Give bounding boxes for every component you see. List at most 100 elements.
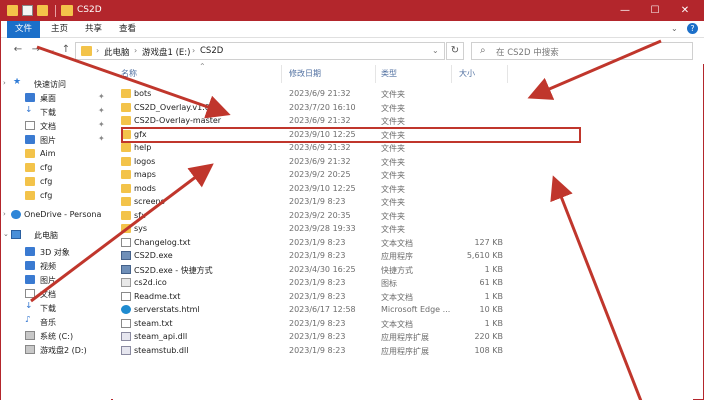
file-row[interactable]: CS2D_Overlay.v1.0 2023/7/20 16:10 文件夹 — [113, 101, 583, 115]
column-header-size[interactable]: 大小 — [459, 68, 475, 79]
nav-item-cfg[interactable]: cfg — [1, 176, 111, 189]
folder-icon — [121, 102, 131, 112]
back-button[interactable]: ← — [11, 44, 25, 55]
file-type: 文件夹 — [381, 90, 405, 99]
nav-this-pc[interactable]: ⌄ 此电脑 — [1, 229, 111, 242]
file-row[interactable]: CS2D.exe 2023/1/9 8:23 应用程序 5,610 KB — [113, 249, 583, 263]
file-row[interactable]: screens 2023/1/9 8:23 文件夹 — [113, 195, 583, 209]
file-name: serverstats.html — [134, 305, 200, 314]
chevron-right-icon[interactable]: › — [134, 46, 137, 55]
column-header-date[interactable]: 修改日期 — [289, 68, 321, 79]
nav-item-videos[interactable]: 视频 — [1, 260, 111, 273]
application-icon — [121, 264, 131, 274]
file-row[interactable]: steam_api.dll 2023/1/9 8:23 应用程序扩展 220 KB — [113, 330, 583, 344]
file-row[interactable]: sys 2023/9/28 19:33 文件夹 — [113, 222, 583, 236]
documents-icon — [25, 121, 35, 130]
pin-icon[interactable]: ✦ — [98, 92, 105, 101]
file-date: 2023/1/9 8:23 — [289, 251, 346, 260]
pin-icon[interactable]: ✦ — [98, 134, 105, 143]
nav-quick-access[interactable]: › ★ 快速访问 — [1, 78, 111, 91]
recent-locations-icon[interactable]: ⌄ — [45, 46, 59, 54]
file-row[interactable]: serverstats.html 2023/6/17 12:58 Microsoft… — [113, 303, 583, 317]
file-row[interactable]: CS2D-Overlay-master 2023/6/9 21:32 文件夹 — [113, 114, 583, 128]
file-date: 2023/1/9 8:23 — [289, 278, 346, 287]
folder-icon — [121, 116, 131, 125]
tab-file[interactable]: 文件 — [7, 21, 41, 38]
file-row[interactable]: CS2D.exe - 快捷方式 2023/4/30 16:25 快捷方式 1 KB — [113, 263, 583, 277]
file-type: 文件夹 — [381, 171, 405, 180]
file-size: 61 KB — [479, 278, 503, 287]
image-file-icon — [121, 278, 131, 287]
folder-icon — [81, 46, 92, 56]
search-input[interactable]: ⌕ 在 CS2D 中搜索 — [471, 42, 693, 60]
close-button[interactable]: ✕ — [665, 1, 704, 21]
nav-item-downloads[interactable]: ↓ 下载 — [1, 302, 111, 315]
file-date: 2023/6/9 21:32 — [289, 143, 351, 152]
file-date: 2023/4/30 16:25 — [289, 264, 356, 274]
chevron-right-icon[interactable]: › — [96, 46, 99, 55]
documents-icon — [25, 289, 35, 298]
column-header-type[interactable]: 类型 — [381, 68, 397, 79]
nav-item-pictures[interactable]: 图片 — [1, 274, 111, 287]
pin-icon[interactable]: ✦ — [98, 120, 105, 129]
window-folder-icon — [61, 5, 73, 16]
drive-icon — [25, 345, 35, 354]
file-name: sys — [134, 224, 148, 233]
file-row[interactable]: Changelog.txt 2023/1/9 8:23 文本文档 127 KB — [113, 236, 583, 250]
nav-item-3d-objects[interactable]: 3D 对象 — [1, 246, 111, 259]
chevron-right-icon[interactable]: › — [192, 46, 195, 55]
file-name: logos — [134, 156, 156, 166]
highlight-box — [121, 127, 581, 143]
file-name: bots — [134, 89, 152, 98]
edge-icon — [121, 305, 131, 314]
address-bar[interactable]: › 此电脑 › 游戏盘1 (E:) › CS2D ⌄ — [75, 42, 445, 60]
properties-icon[interactable] — [22, 5, 33, 16]
file-row[interactable]: help 2023/6/9 21:32 文件夹 — [113, 141, 583, 155]
nav-item-drive-c[interactable]: 系统 (C:) — [1, 330, 111, 343]
tab-home[interactable]: 主页 — [43, 21, 76, 38]
column-header-name[interactable]: 名称 — [121, 68, 137, 79]
file-row[interactable]: logos 2023/6/9 21:32 文件夹 — [113, 155, 583, 169]
new-folder-icon[interactable] — [37, 5, 48, 16]
file-row[interactable]: Readme.txt 2023/1/9 8:23 文本文档 1 KB — [113, 290, 583, 304]
file-size: 10 KB — [479, 305, 503, 314]
nav-item-documents[interactable]: 文档 ✦ — [1, 120, 111, 133]
file-row[interactable]: cs2d.ico 2023/1/9 8:23 图标 61 KB — [113, 276, 583, 290]
nav-item-aim[interactable]: Aim — [1, 148, 111, 161]
file-row[interactable]: steam.txt 2023/1/9 8:23 文本文档 1 KB — [113, 317, 583, 331]
nav-item-pictures[interactable]: 图片 ✦ — [1, 134, 111, 147]
tab-share[interactable]: 共享 — [77, 21, 110, 38]
chevron-down-icon[interactable]: ⌄ — [432, 46, 439, 55]
nav-item-music[interactable]: ♪ 音乐 — [1, 316, 111, 329]
breadcrumb-cs2d[interactable]: CS2D — [200, 46, 223, 56]
file-date: 2023/9/10 12:25 — [289, 183, 356, 193]
nav-onedrive[interactable]: › OneDrive - Persona — [1, 209, 111, 222]
nav-item-cfg[interactable]: cfg — [1, 190, 111, 203]
file-type: 应用程序 — [381, 252, 413, 261]
file-row[interactable]: mods 2023/9/10 12:25 文件夹 — [113, 182, 583, 196]
refresh-button[interactable]: ↻ — [446, 42, 464, 60]
nav-item-desktop[interactable]: 桌面 ✦ — [1, 92, 111, 105]
file-name: maps — [134, 170, 156, 179]
file-row[interactable]: steamstub.dll 2023/1/9 8:23 应用程序扩展 108 KB — [113, 344, 583, 358]
folder-icon — [7, 5, 18, 16]
file-row[interactable]: bots 2023/6/9 21:32 文件夹 — [113, 87, 583, 101]
forward-button[interactable]: → — [29, 44, 43, 55]
nav-item-downloads[interactable]: ↓ 下载 ✦ — [1, 106, 111, 119]
help-icon[interactable]: ? — [687, 23, 698, 34]
breadcrumb-drive-e[interactable]: 游戏盘1 (E:) — [142, 46, 190, 58]
breadcrumb-this-pc[interactable]: 此电脑 — [104, 46, 130, 58]
file-row[interactable]: maps 2023/9/2 20:25 文件夹 — [113, 168, 583, 182]
application-icon — [121, 251, 131, 260]
tab-view[interactable]: 查看 — [111, 21, 144, 38]
file-name: steamstub.dll — [134, 345, 189, 355]
up-button[interactable]: ↑ — [59, 44, 73, 55]
nav-item-drive-d[interactable]: 游戏盘2 (D:) — [1, 344, 111, 357]
nav-item-documents[interactable]: 文档 — [1, 288, 111, 301]
nav-item-cfg[interactable]: cfg — [1, 162, 111, 175]
title-bar[interactable]: CS2D — ☐ ✕ — [1, 1, 704, 21]
file-name: CS2D-Overlay-master — [134, 116, 222, 125]
pin-icon[interactable]: ✦ — [98, 106, 105, 115]
file-row[interactable]: sfx 2023/9/2 20:35 文件夹 — [113, 209, 583, 223]
ribbon-expand-icon[interactable]: ⌄ — [671, 24, 678, 33]
